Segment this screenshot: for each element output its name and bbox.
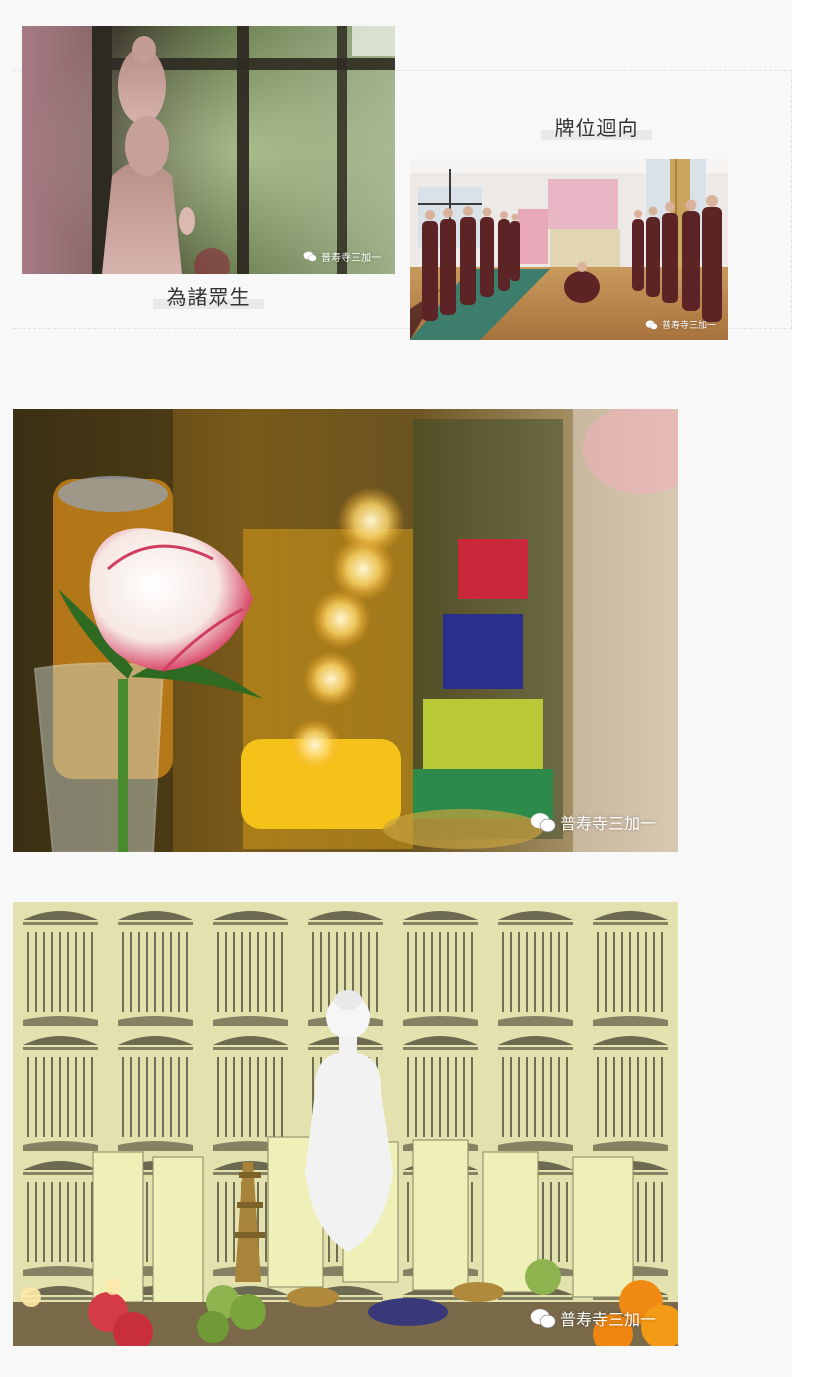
- memorial-hall-photo[interactable]: 普寿寺三加一: [410, 159, 728, 340]
- section-divider-right: [791, 70, 792, 328]
- guanyin-statue-image: [22, 26, 395, 274]
- watermark-text: 普寿寺三加一: [559, 1310, 656, 1329]
- buddha-tablets-photo[interactable]: 普寿寺三加一: [13, 902, 678, 1346]
- caption-right: 牌位迴向: [541, 115, 652, 141]
- rose-candles-image: [13, 409, 678, 852]
- wechat-icon: [645, 320, 658, 330]
- right-gutter: [812, 0, 825, 1377]
- caption-right-text: 牌位迴向: [554, 116, 639, 140]
- guanyin-statue-photo[interactable]: 普寿寺三加一: [22, 26, 395, 274]
- article-body: 普寿寺三加一 為諸眾生 牌位迴向 普寿寺三加一 普寿寺三加一 普寿寺三加一: [0, 0, 792, 1377]
- caption-left: 為諸眾生: [153, 284, 264, 310]
- watermark-text: 普寿寺三加一: [321, 253, 381, 264]
- rose-candles-photo[interactable]: 普寿寺三加一: [13, 409, 678, 852]
- watermark: 普寿寺三加一: [303, 249, 381, 264]
- watermark-text: 普寿寺三加一: [661, 321, 716, 331]
- memorial-hall-image: [410, 159, 728, 340]
- watermark: 普寿寺三加一: [530, 1306, 656, 1330]
- caption-left-text: 為諸眾生: [166, 285, 251, 309]
- wechat-icon: [530, 1308, 556, 1328]
- watermark-text: 普寿寺三加一: [559, 814, 656, 833]
- watermark: 普寿寺三加一: [645, 318, 716, 331]
- wechat-icon: [530, 812, 556, 832]
- watermark: 普寿寺三加一: [530, 810, 656, 834]
- wechat-icon: [303, 251, 317, 262]
- buddha-tablets-image: [13, 902, 678, 1346]
